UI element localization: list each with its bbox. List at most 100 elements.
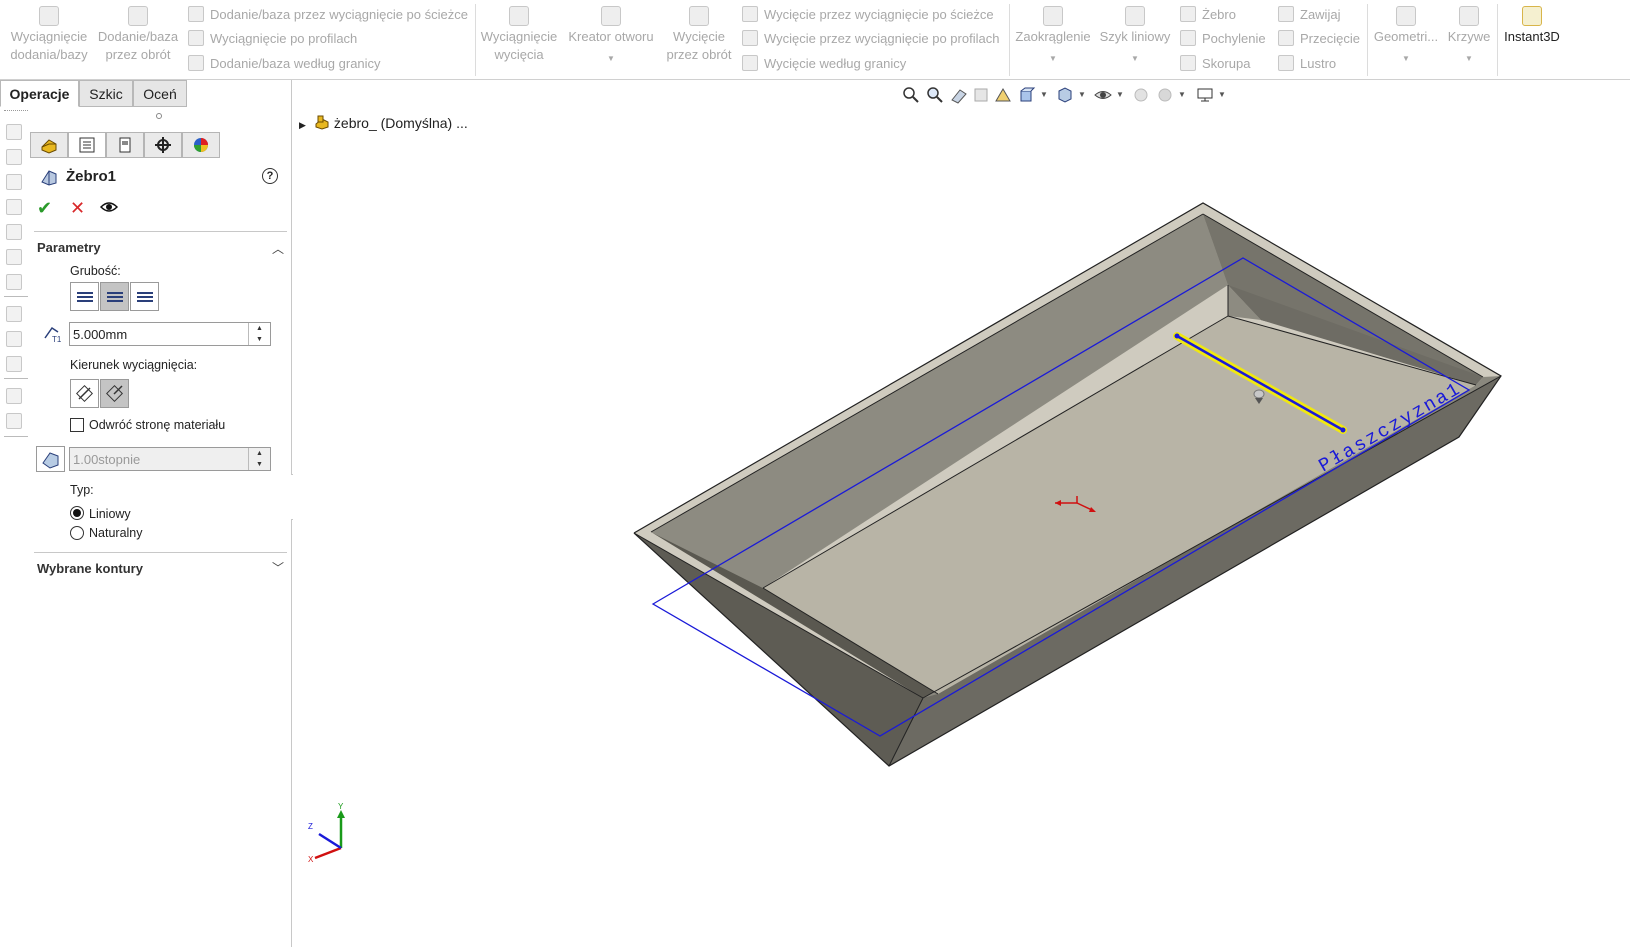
direction-parallel-button[interactable] [70,379,99,408]
thickness-both-sides-button[interactable] [100,282,129,311]
triad-y-label: Y [338,802,344,811]
lofted-cut-button[interactable]: Wycięcie przez wyciągnięcie po profilach [742,28,999,50]
chevron-down-icon[interactable]: ▼ [1096,50,1174,68]
draft-angle-input[interactable]: 1.00stopnie ▲ ▼ [69,447,271,471]
draft-button[interactable]: Pochylenie [1180,28,1266,50]
tool-icon[interactable] [6,124,22,140]
tab-szkic[interactable]: Szkic [79,80,133,107]
shell-button[interactable]: Skorupa [1180,53,1250,75]
preview-eye-icon[interactable] [100,199,118,215]
spin-arrows-icon[interactable]: ▲ ▼ [248,448,270,470]
cancel-button[interactable]: ✕ [70,198,85,219]
chevron-down-icon[interactable]: ▼ [1370,50,1442,68]
divider [4,296,28,297]
tool-icon[interactable] [6,249,22,265]
direction-normal-icon [106,385,123,402]
fillet-button[interactable]: Zaokrąglenie ▼ [1012,2,1094,68]
draft-toggle-button[interactable] [36,446,65,472]
extrude-boss-icon [39,6,59,26]
reference-geometry-icon [1396,6,1416,26]
configuration-manager-tab[interactable] [106,132,144,158]
property-manager-title: Żebro1 [66,168,117,185]
help-icon[interactable]: ? [262,168,278,184]
feature-manager-tab[interactable] [30,132,68,158]
type-natural-label: Naturalny [89,526,143,540]
property-manager-icon [79,137,95,153]
configuration-manager-icon [119,137,131,153]
extruded-cut-button[interactable]: Wyciągnięcie wycięcia [478,2,560,64]
lofted-cut-icon [742,30,758,46]
chevron-down-icon[interactable]: ﹀ [272,559,284,576]
chevron-down-icon[interactable]: ▼ [1012,50,1094,68]
swept-cut-button[interactable]: Wycięcie przez wyciągnięcie po ścieżce [742,4,994,26]
shell-icon [1180,55,1196,71]
panel-collapse-handle[interactable] [156,113,162,119]
rib-sketch-endpoint[interactable] [1174,333,1180,339]
revolved-cut-icon [689,6,709,26]
triad-x-axis [314,846,342,860]
lofted-boss-button[interactable]: Wyciągnięcie po profilach [188,28,357,50]
tool-icon[interactable] [6,306,22,322]
graphics-area[interactable]: ▼ ▼ ▼ ▼ ▼ ▶ żebro_ (Domyślna) ... Płaszc… [293,80,1630,947]
type-linear-radio[interactable] [70,506,84,520]
thickness-second-side-button[interactable] [130,282,159,311]
selected-contours-section-header[interactable]: Wybrane kontury [37,561,143,576]
divider [34,231,287,232]
revolve-boss-button[interactable]: Dodanie/baza przez obrót [94,2,182,64]
boundary-boss-button[interactable]: Dodanie/baza według granicy [188,53,381,75]
linear-pattern-icon [1125,6,1145,26]
chevron-up-icon[interactable]: ︿ [272,240,284,257]
tool-icon[interactable] [6,149,22,165]
feature-manager-panel: Operacje Szkic Oceń Żebro1 ? ✔ ✕ Paramet… [0,80,292,947]
wrap-button[interactable]: Zawijaj [1278,4,1340,26]
revolved-cut-button[interactable]: Wycięcie przez obrót [662,2,736,64]
draft-icon [42,452,59,469]
flip-material-checkbox[interactable] [70,418,84,432]
property-manager-tab[interactable] [68,132,106,158]
tool-icon[interactable] [6,274,22,290]
tab-operacje[interactable]: Operacje [0,80,79,107]
thickness-input[interactable]: 5.000mm ▲ ▼ [69,322,271,346]
ok-button[interactable]: ✔ [37,198,52,219]
tool-icon[interactable] [6,356,22,372]
linear-pattern-button[interactable]: Szyk liniowy ▼ [1096,2,1174,68]
type-linear-label: Liniowy [89,507,131,521]
divider [4,110,28,111]
intersect-button[interactable]: Przecięcie [1278,28,1360,50]
rib-sketch-endpoint[interactable] [1340,427,1346,433]
thickness-label: Grubość: [70,264,121,278]
tab-ocen[interactable]: Oceń [133,80,187,107]
tool-icon[interactable] [6,224,22,240]
dimxpert-manager-tab[interactable] [144,132,182,158]
boundary-cut-button[interactable]: Wycięcie według granicy [742,53,906,75]
direction-normal-button[interactable] [100,379,129,408]
display-manager-tab[interactable] [182,132,220,158]
extrude-boss-button[interactable]: Wyciągnięcie dodania/bazy [6,2,92,64]
hole-wizard-button[interactable]: Kreator otworu ▼ [562,2,660,68]
swept-boss-button[interactable]: Dodanie/baza przez wyciągnięcie po ścież… [188,4,468,26]
curves-button[interactable]: Krzywe ▼ [1444,2,1494,68]
command-manager-ribbon: Wyciągnięcie dodania/bazy Dodanie/baza p… [0,0,1630,80]
mirror-button[interactable]: Lustro [1278,53,1336,75]
tool-icon[interactable] [6,413,22,429]
reference-geometry-button[interactable]: Geometri... ▼ [1370,2,1442,68]
chevron-down-icon[interactable]: ▼ [562,50,660,68]
tool-icon[interactable] [6,174,22,190]
tool-icon[interactable] [6,388,22,404]
parameters-section-header[interactable]: Parametry [37,240,101,255]
tool-icon[interactable] [6,331,22,347]
type-natural-radio[interactable] [70,526,84,540]
chevron-down-icon[interactable]: ▼ [1444,50,1494,68]
tool-icon[interactable] [6,199,22,215]
direction-parallel-icon [76,385,93,402]
tray-model[interactable]: Płaszczyzna1 [293,80,1630,947]
thickness-first-side-button[interactable] [70,282,99,311]
instant3d-button[interactable]: Instant3D [1500,2,1564,46]
spin-arrows-icon[interactable]: ▲ ▼ [248,323,270,345]
ribbon-separator [1367,4,1368,76]
appearance-pie-icon [194,138,208,152]
intersect-icon [1278,30,1294,46]
lofted-boss-icon [188,30,204,46]
extrusion-direction-label: Kierunek wyciągnięcia: [70,358,198,372]
rib-button[interactable]: Żebro [1180,4,1236,26]
